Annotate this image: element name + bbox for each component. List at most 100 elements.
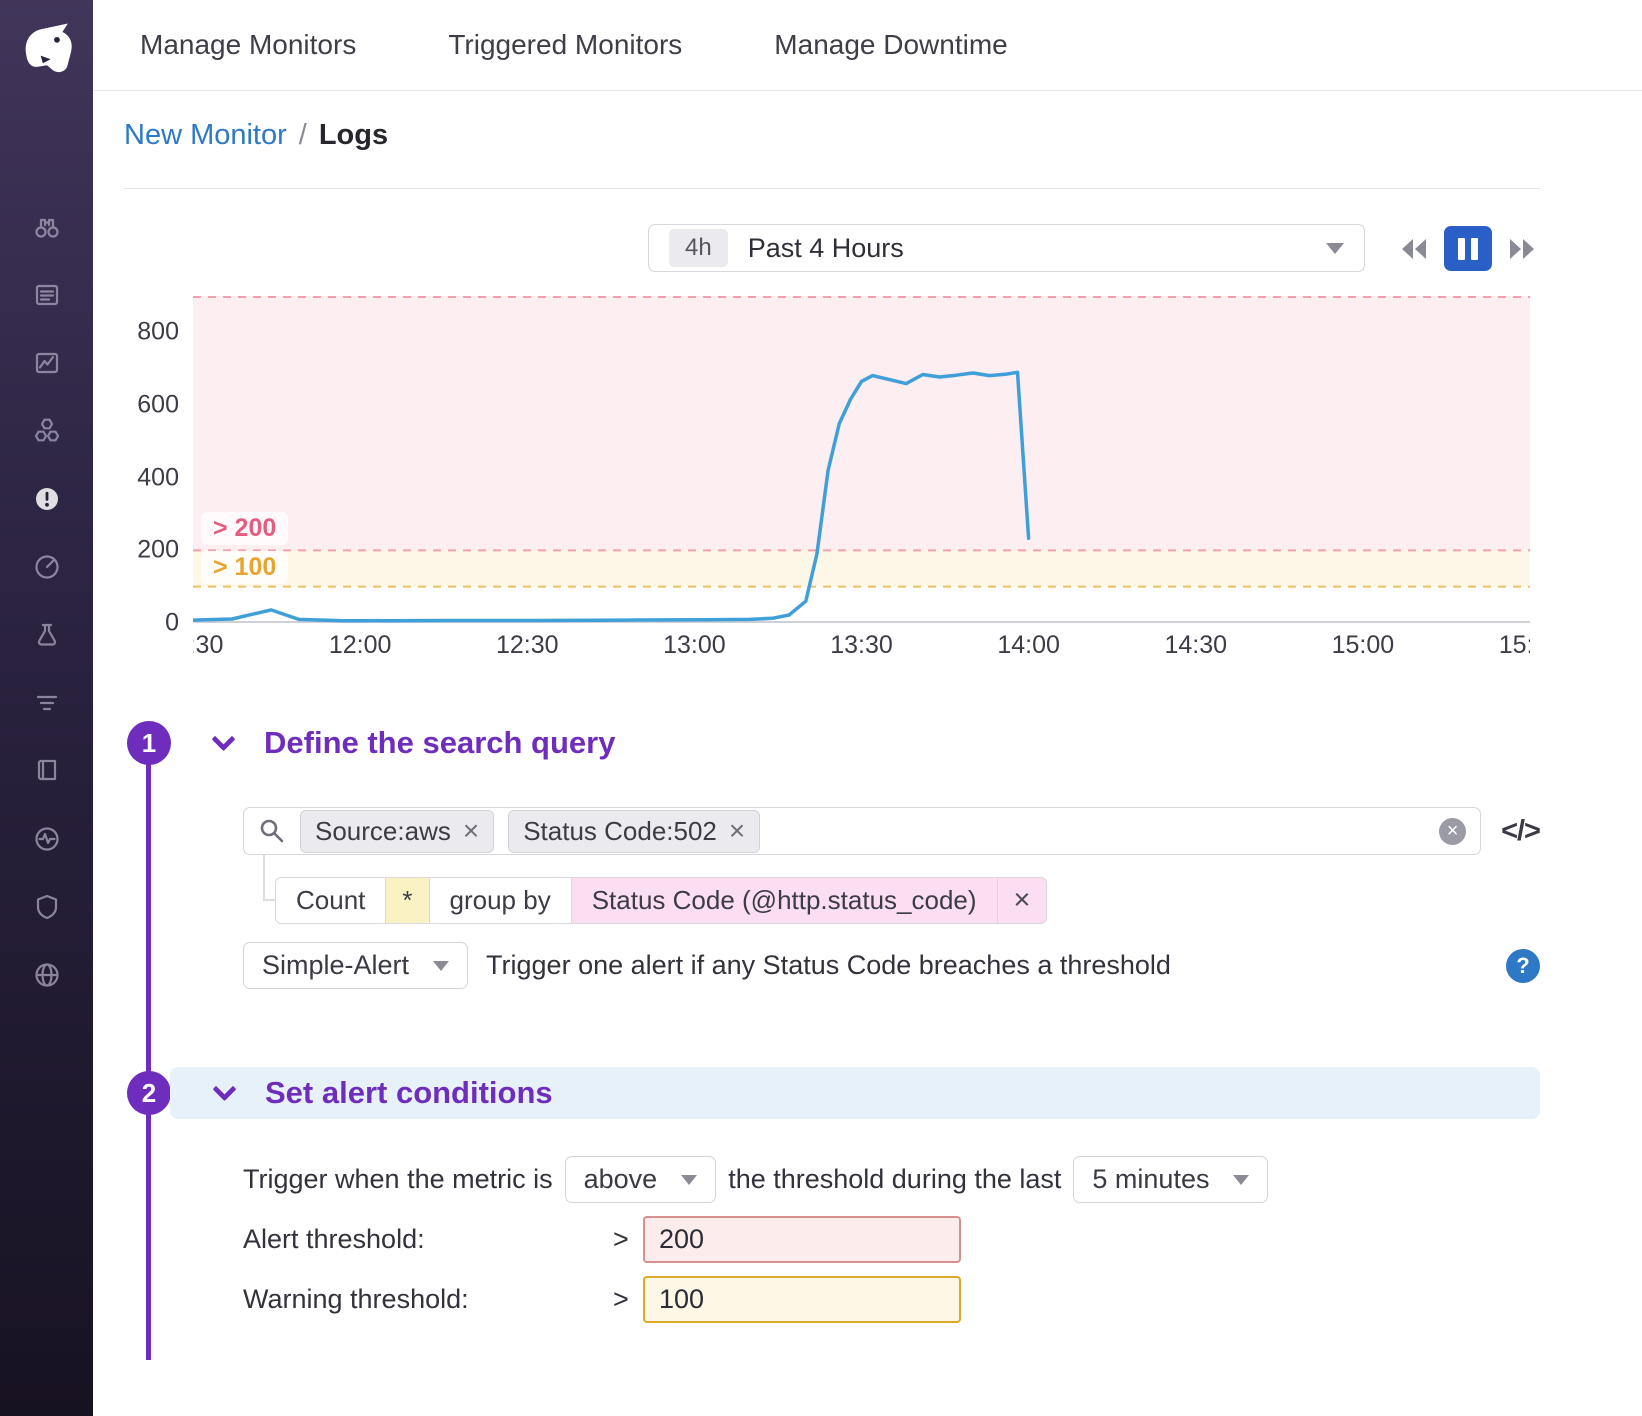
alert-threshold-input[interactable]: [643, 1216, 961, 1263]
time-range-label: Past 4 Hours: [748, 233, 904, 264]
breadcrumb-separator: /: [299, 119, 307, 152]
warning-threshold-field-label: Warning threshold:: [243, 1284, 613, 1315]
x-tick-label: 13:30: [830, 631, 893, 660]
breadcrumb-current-page: Logs: [319, 119, 388, 152]
playback-controls: [1390, 226, 1546, 271]
filter-tag-label: Status Code:502: [523, 816, 717, 847]
y-tick-label: 0: [165, 609, 179, 638]
help-icon[interactable]: ?: [1506, 949, 1540, 983]
y-tick-label: 200: [137, 536, 179, 565]
security-icon[interactable]: [32, 892, 62, 922]
x-tick-label: 12:00: [329, 631, 392, 660]
datadog-logo[interactable]: [0, 0, 93, 96]
collapse-section-2-chevron-icon[interactable]: [212, 1077, 236, 1101]
code-view-icon[interactable]: </>: [1501, 815, 1540, 848]
header-divider: [124, 188, 1540, 189]
x-axis-labels: 11:3012:0012:3013:0013:3014:0014:3015:00…: [193, 631, 1530, 665]
skip-back-button[interactable]: [1390, 226, 1438, 271]
monitors-icon[interactable]: [32, 484, 62, 514]
alert-threshold-row: Alert threshold: >: [243, 1216, 1642, 1263]
sidebar-icon-menu: [32, 212, 62, 990]
comparison-value: above: [584, 1164, 658, 1195]
trigger-condition-prefix: Trigger when the metric is: [243, 1164, 553, 1195]
section-alert-conditions-header: 2 Set alert conditions: [127, 1067, 1642, 1119]
alert-threshold-label: > 200: [201, 512, 288, 545]
trigger-condition-row: Trigger when the metric is above the thr…: [243, 1156, 1642, 1203]
dashboards-icon[interactable]: [32, 348, 62, 378]
warning-threshold-input[interactable]: [643, 1276, 961, 1323]
y-tick-label: 600: [137, 391, 179, 420]
y-tick-label: 800: [137, 318, 179, 347]
pause-button[interactable]: [1444, 226, 1492, 271]
breadcrumb: New Monitor / Logs: [124, 119, 1642, 152]
remove-tag-icon[interactable]: ×: [729, 817, 745, 845]
step-connector-line: [146, 742, 151, 1360]
aggregation-measure-select[interactable]: *: [385, 877, 429, 924]
section-title-define-query: Define the search query: [264, 725, 615, 761]
dog-icon: [18, 19, 76, 77]
breadcrumb-new-monitor-link[interactable]: New Monitor: [124, 119, 287, 152]
alert-threshold-field-label: Alert threshold:: [243, 1224, 613, 1255]
skip-forward-icon: [1507, 237, 1537, 261]
time-range-dropdown[interactable]: 4h Past 4 Hours: [648, 224, 1365, 272]
filter-tag-status-code-502[interactable]: Status Code:502 ×: [508, 810, 760, 853]
x-tick-label: 15:30: [1499, 631, 1530, 660]
comparison-select[interactable]: above: [565, 1156, 717, 1203]
chevron-down-icon: [1233, 1175, 1249, 1185]
synthetics-icon[interactable]: [32, 960, 62, 990]
chevron-down-icon: [433, 961, 449, 971]
x-tick-label: 11:30: [193, 631, 223, 660]
warning-threshold-label: > 100: [201, 551, 288, 584]
top-navigation: Manage Monitors Triggered Monitors Manag…: [93, 0, 1642, 91]
group-by-value-select[interactable]: Status Code (@http.status_code): [571, 877, 998, 924]
group-by-label: group by: [429, 877, 572, 924]
alert-threshold-operator: >: [613, 1224, 643, 1255]
alert-conditions-bar: Set alert conditions: [170, 1067, 1540, 1119]
aggregation-count-select[interactable]: Count: [275, 877, 386, 924]
nav-triggered-monitors[interactable]: Triggered Monitors: [448, 29, 682, 61]
pause-icon: [1458, 238, 1478, 260]
events-icon[interactable]: [32, 280, 62, 310]
remove-group-by-icon[interactable]: ×: [997, 877, 1048, 924]
nav-manage-downtime[interactable]: Manage Downtime: [774, 29, 1007, 61]
warning-threshold-operator: >: [613, 1284, 643, 1315]
search-query-row: Source:aws × Status Code:502 × × </>: [243, 807, 1540, 855]
section-title-alert-conditions: Set alert conditions: [265, 1075, 553, 1111]
query-connector-line: [263, 854, 275, 901]
filter-tag-label: Source:aws: [315, 816, 451, 847]
y-axis-labels: 0200400600800: [121, 296, 179, 623]
collapse-section-1-chevron-icon[interactable]: [211, 727, 235, 751]
x-tick-label: 15:00: [1332, 631, 1395, 660]
step-2-badge: 2: [127, 1071, 171, 1115]
x-tick-label: 12:30: [496, 631, 559, 660]
monitor-preview-chart: 0200400600800 11:3012:0012:3013:0013:301…: [193, 296, 1530, 665]
time-window-select[interactable]: 5 minutes: [1073, 1156, 1268, 1203]
search-icon: [258, 817, 286, 845]
ci-visibility-icon[interactable]: [32, 824, 62, 854]
nav-manage-monitors[interactable]: Manage Monitors: [140, 29, 356, 61]
watchdog-icon[interactable]: [32, 212, 62, 242]
remove-tag-icon[interactable]: ×: [463, 817, 479, 845]
metrics-icon[interactable]: [32, 552, 62, 582]
skip-back-icon: [1399, 237, 1429, 261]
warning-threshold-row: Warning threshold: >: [243, 1276, 1642, 1323]
filter-tag-source-aws[interactable]: Source:aws ×: [300, 810, 494, 853]
skip-forward-button[interactable]: [1498, 226, 1546, 271]
clear-search-icon[interactable]: ×: [1439, 818, 1466, 845]
alert-type-select[interactable]: Simple-Alert: [243, 942, 468, 989]
alert-mode-row: Simple-Alert Trigger one alert if any St…: [243, 942, 1540, 989]
chevron-down-icon: [681, 1175, 697, 1185]
log-search-input[interactable]: Source:aws × Status Code:502 × ×: [243, 807, 1481, 855]
time-controls-row: 4h Past 4 Hours: [93, 224, 1642, 272]
apm-icon[interactable]: [32, 620, 62, 650]
y-tick-label: 400: [137, 463, 179, 492]
x-tick-label: 13:00: [663, 631, 726, 660]
pipelines-icon[interactable]: [32, 688, 62, 718]
chevron-down-icon: [1326, 243, 1344, 254]
aggregation-row: Count * group by Status Code (@http.stat…: [275, 877, 1642, 924]
alert-mode-description: Trigger one alert if any Status Code bre…: [486, 950, 1171, 981]
integrations-icon[interactable]: [32, 416, 62, 446]
step-1-badge: 1: [127, 721, 171, 765]
time-window-value: 5 minutes: [1092, 1164, 1209, 1195]
logs-icon[interactable]: [32, 756, 62, 786]
